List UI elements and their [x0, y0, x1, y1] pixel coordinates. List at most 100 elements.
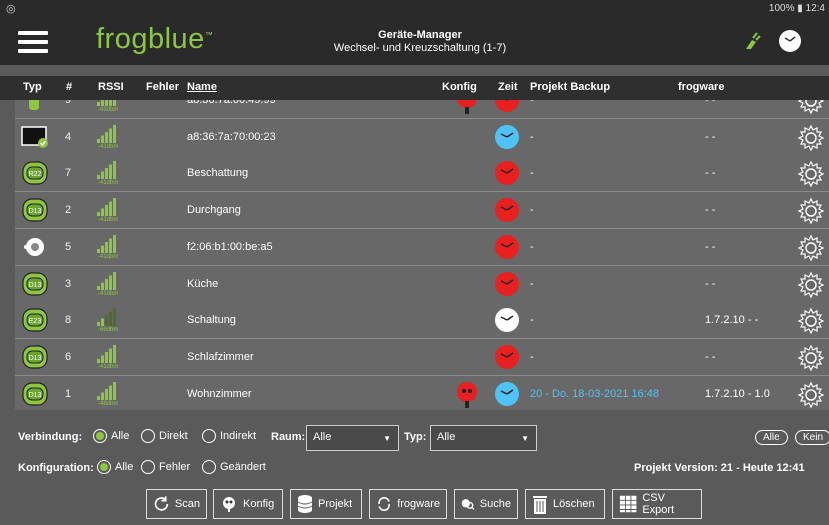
verbindung-alle-radio[interactable]: Alle — [93, 429, 129, 443]
col-typ[interactable]: Typ — [23, 81, 42, 93]
projekt-button[interactable]: Projekt — [290, 489, 362, 519]
frogware-button[interactable]: frogware — [369, 489, 447, 519]
dongle-icon — [29, 100, 39, 110]
device-type-icon: D13 — [21, 345, 49, 372]
settings-gear-icon[interactable] — [797, 307, 825, 335]
verbindung-direkt-radio[interactable]: Direkt — [141, 429, 188, 443]
clock-icon[interactable] — [778, 29, 802, 53]
time-sync-clock-icon[interactable] — [494, 160, 520, 186]
zeit-cell[interactable] — [494, 160, 520, 189]
col-zeit[interactable]: Zeit — [498, 81, 518, 93]
time-sync-clock-icon[interactable] — [494, 100, 520, 113]
config-plug-icon[interactable] — [454, 100, 480, 115]
zeit-cell[interactable] — [494, 197, 520, 226]
project-backup: - — [530, 130, 534, 143]
settings-gear-icon[interactable] — [797, 381, 825, 409]
signal-strength-icon — [97, 381, 116, 400]
zeit-cell[interactable] — [494, 100, 520, 116]
subtitle: Wechsel- und Kreuzschaltung (1-7) — [333, 42, 507, 54]
device-settings-button[interactable] — [797, 307, 825, 338]
table-row[interactable]: E23 8 -69dbm Schaltung - 1.7.2.10 - - — [15, 302, 829, 340]
time-sync-clock-icon[interactable] — [494, 271, 520, 297]
device-name: Beschattung — [187, 167, 249, 180]
alle-pill-button[interactable]: Alle — [755, 430, 788, 445]
csv-export-button[interactable]: CSV Export — [612, 489, 702, 519]
konfig-cell[interactable] — [454, 381, 480, 410]
col-konfig[interactable]: Konfig — [442, 81, 477, 93]
col-name[interactable]: Name — [187, 81, 217, 93]
project-backup: - — [530, 240, 534, 253]
trash-icon — [533, 496, 547, 514]
table-row[interactable]: D13 1 -48dbm Wohnzimmer 20 - Do. 18-03-2021 … — [15, 375, 829, 410]
zeit-cell[interactable] — [494, 234, 520, 263]
device-settings-button[interactable] — [797, 197, 825, 228]
konfiguration-fehler-radio[interactable]: Fehler — [141, 460, 190, 474]
col-backup[interactable]: Projekt Backup — [530, 81, 610, 93]
settings-gear-icon[interactable] — [797, 271, 825, 299]
zeit-cell[interactable] — [494, 124, 520, 153]
signal-strength-icon — [97, 271, 116, 290]
zeit-cell[interactable] — [494, 381, 520, 410]
signal-strength-icon — [97, 344, 116, 363]
col-num[interactable]: # — [66, 81, 72, 93]
typ-select[interactable]: Alle ▼ — [430, 425, 537, 451]
time-sync-clock-icon[interactable] — [494, 234, 520, 260]
scan-button[interactable]: Scan — [146, 489, 207, 519]
project-backup: - — [530, 314, 534, 327]
settings-gear-icon[interactable] — [797, 100, 825, 115]
rssi-dbm: -42dbm — [98, 107, 119, 113]
konfig-button[interactable]: Konfig — [213, 489, 283, 519]
device-settings-button[interactable] — [797, 234, 825, 265]
time-sync-clock-icon[interactable] — [494, 124, 520, 150]
time-sync-clock-icon[interactable] — [494, 344, 520, 370]
loeschen-button[interactable]: Löschen — [525, 489, 605, 519]
tablet-icon — [21, 125, 48, 148]
svg-text:R22: R22 — [29, 171, 42, 178]
device-settings-button[interactable] — [797, 381, 825, 410]
col-rssi[interactable]: RSSI — [98, 81, 124, 93]
settings-gear-icon[interactable] — [797, 160, 825, 188]
plug-icon[interactable] — [742, 31, 762, 51]
menu-icon[interactable] — [18, 31, 48, 53]
table-row[interactable]: D13 2 -41dbm Durchgang - - - — [15, 192, 829, 230]
time-sync-clock-icon[interactable] — [494, 381, 520, 407]
device-settings-button[interactable] — [797, 271, 825, 302]
raum-select[interactable]: Alle ▼ — [306, 425, 399, 451]
table-row[interactable]: D13 3 -41dbm Küche - - - — [15, 265, 829, 303]
table-row[interactable]: 5 -41dbm f2:06:b1:00:be:a5 - - - — [15, 228, 829, 266]
frogware-version: - - — [705, 277, 716, 290]
settings-gear-icon[interactable] — [797, 344, 825, 372]
suche-button[interactable]: Suche — [454, 489, 518, 519]
device-settings-button[interactable] — [797, 344, 825, 375]
raum-label: Raum: — [271, 431, 306, 443]
table-icon — [619, 495, 637, 513]
config-plug-icon — [223, 497, 235, 512]
konfiguration-alle-radio[interactable]: Alle — [97, 460, 133, 474]
zeit-cell[interactable] — [494, 307, 520, 336]
settings-gear-icon[interactable] — [797, 197, 825, 225]
database-icon — [297, 495, 313, 513]
settings-gear-icon[interactable] — [797, 124, 825, 152]
konfig-cell[interactable] — [454, 100, 480, 118]
device-settings-button[interactable] — [797, 124, 825, 155]
table-row[interactable]: 9 -42dbm a8:36:7a:00:49:99 - - - — [15, 100, 829, 119]
device-name: Durchgang — [187, 204, 241, 217]
settings-gear-icon[interactable] — [797, 234, 825, 262]
kein-pill-button[interactable]: Kein — [795, 430, 829, 445]
col-fehler[interactable]: Fehler — [146, 81, 179, 93]
table-row[interactable]: 4 -41dbm a8:36:7a:70:00:23 - - - — [15, 118, 829, 156]
device-settings-button[interactable] — [797, 100, 825, 118]
time-sync-clock-icon[interactable] — [494, 197, 520, 223]
konfiguration-geaendert-radio[interactable]: Geändert — [202, 460, 266, 474]
table-row[interactable]: D13 6 -41dbm Schlafzimmer - - - — [15, 338, 829, 376]
zeit-cell[interactable] — [494, 344, 520, 373]
zeit-cell[interactable] — [494, 271, 520, 300]
verbindung-indirekt-radio[interactable]: Indirekt — [202, 429, 256, 443]
device-settings-button[interactable] — [797, 160, 825, 191]
col-frogware[interactable]: frogware — [678, 81, 724, 93]
time-sync-clock-icon[interactable] — [494, 307, 520, 333]
table-row[interactable]: R22 7 -41dbm Beschattung - - - — [15, 155, 829, 193]
config-plug-icon[interactable] — [454, 381, 480, 409]
device-name: Schlafzimmer — [187, 350, 254, 363]
typ-label: Typ: — [404, 431, 427, 443]
